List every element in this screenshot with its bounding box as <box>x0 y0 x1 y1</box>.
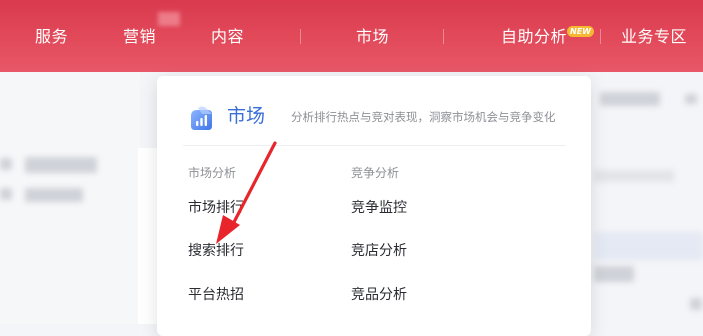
red-arrow-annotation <box>216 141 277 244</box>
